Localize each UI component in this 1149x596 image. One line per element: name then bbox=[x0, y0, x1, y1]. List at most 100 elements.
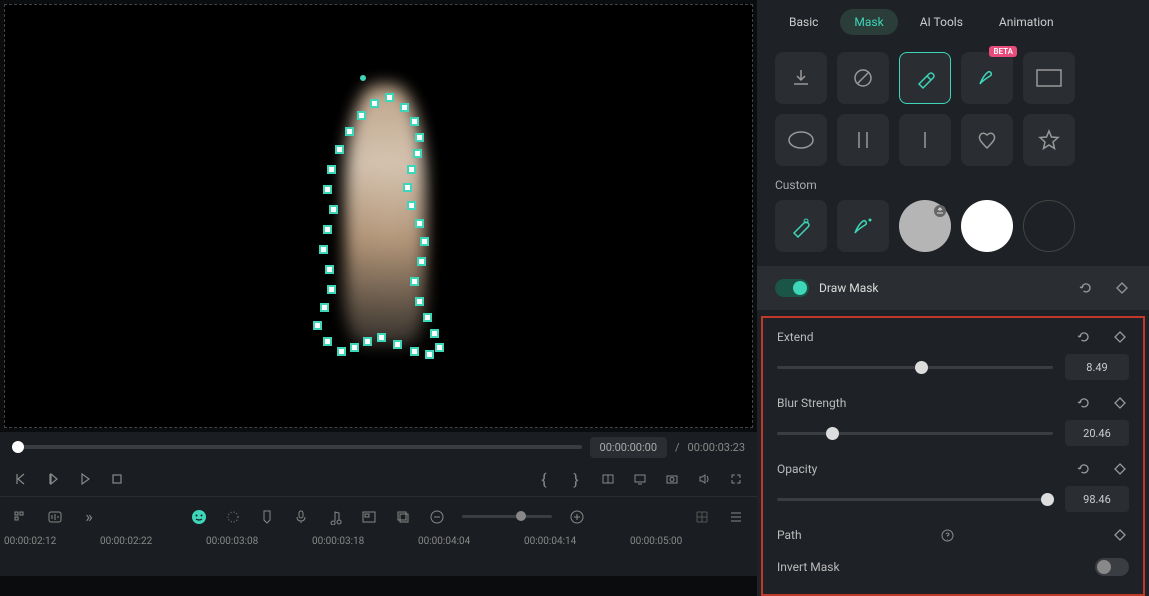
ruler-tick: 00:00:03:08 bbox=[206, 536, 258, 547]
ruler-tick: 00:00:04:04 bbox=[418, 536, 470, 547]
zoom-out-icon[interactable] bbox=[428, 508, 446, 526]
ruler-tick: 00:00:02:22 bbox=[100, 536, 152, 547]
timeline-toolbar: » bbox=[0, 496, 757, 536]
ruler-tick: 00:00:02:12 bbox=[4, 536, 56, 547]
mask-shape-grid: BETA bbox=[757, 44, 1149, 174]
path-label: Path bbox=[777, 528, 932, 542]
display-icon[interactable] bbox=[631, 470, 649, 488]
shape-single-line-button[interactable] bbox=[899, 114, 951, 166]
custom-brush-button[interactable] bbox=[837, 200, 889, 252]
shape-ellipse-button[interactable] bbox=[775, 114, 827, 166]
tab-animation[interactable]: Animation bbox=[985, 9, 1068, 35]
shape-pen-button[interactable] bbox=[899, 52, 951, 104]
timeline-ruler[interactable]: 00:00:02:12 00:00:02:22 00:00:03:08 00:0… bbox=[0, 536, 757, 576]
shape-brush-button[interactable]: BETA bbox=[961, 52, 1013, 104]
custom-pen-button[interactable] bbox=[775, 200, 827, 252]
opacity-reset-icon[interactable] bbox=[1075, 460, 1093, 478]
shape-import-button[interactable] bbox=[775, 52, 827, 104]
custom-gray-circle-button[interactable] bbox=[899, 200, 951, 252]
video-viewport[interactable] bbox=[4, 4, 753, 428]
time-separator: / bbox=[675, 441, 680, 454]
properties-panel: Basic Mask AI Tools Animation BETA Custo… bbox=[757, 0, 1149, 596]
keyframe-icon[interactable] bbox=[1113, 279, 1131, 297]
tab-mask[interactable]: Mask bbox=[840, 9, 897, 35]
invert-mask-toggle[interactable] bbox=[1095, 558, 1129, 576]
blur-slider[interactable] bbox=[777, 432, 1053, 435]
shape-star-button[interactable] bbox=[1023, 114, 1075, 166]
path-help-icon[interactable] bbox=[938, 526, 956, 544]
extend-value[interactable]: 8.49 bbox=[1065, 354, 1129, 380]
blur-keyframe-icon[interactable] bbox=[1111, 394, 1129, 412]
shape-parallel-button[interactable] bbox=[837, 114, 889, 166]
shape-heart-button[interactable] bbox=[961, 114, 1013, 166]
play-pause-button[interactable] bbox=[44, 470, 62, 488]
grid-icon[interactable] bbox=[693, 508, 711, 526]
expand-icon[interactable]: » bbox=[80, 508, 98, 526]
brace-close-icon[interactable]: } bbox=[567, 470, 585, 488]
smiley-icon[interactable] bbox=[190, 508, 208, 526]
blur-label: Blur Strength bbox=[777, 396, 1075, 410]
list-icon[interactable] bbox=[727, 508, 745, 526]
current-time: 00:00:00:00 bbox=[590, 437, 667, 458]
marker-icon[interactable] bbox=[258, 508, 276, 526]
tab-basic[interactable]: Basic bbox=[775, 9, 832, 35]
extend-label: Extend bbox=[777, 330, 1075, 344]
extend-reset-icon[interactable] bbox=[1075, 328, 1093, 346]
waveform-icon[interactable] bbox=[46, 508, 64, 526]
path-keyframe-icon[interactable] bbox=[1111, 526, 1129, 544]
brace-open-icon[interactable]: { bbox=[535, 470, 553, 488]
playback-controls: { } bbox=[0, 462, 757, 496]
music-icon[interactable] bbox=[326, 508, 344, 526]
blur-reset-icon[interactable] bbox=[1075, 394, 1093, 412]
fullscreen-icon[interactable] bbox=[727, 470, 745, 488]
opacity-value[interactable]: 98.46 bbox=[1065, 486, 1129, 512]
custom-masks-row bbox=[757, 200, 1149, 266]
play-button[interactable] bbox=[76, 470, 94, 488]
tab-ai-tools[interactable]: AI Tools bbox=[906, 9, 977, 35]
beta-badge: BETA bbox=[989, 46, 1017, 57]
invert-label: Invert Mask bbox=[777, 560, 936, 574]
sparkle-icon[interactable] bbox=[224, 508, 242, 526]
timeline-menu-icon[interactable] bbox=[12, 508, 30, 526]
layers-icon[interactable] bbox=[394, 508, 412, 526]
path-property: Path bbox=[777, 526, 1129, 544]
total-time: 00:00:03:23 bbox=[688, 441, 745, 454]
ruler-tick: 00:00:03:18 bbox=[312, 536, 364, 547]
custom-empty-circle-button[interactable] bbox=[1023, 200, 1075, 252]
reset-icon[interactable] bbox=[1077, 279, 1095, 297]
extend-slider[interactable] bbox=[777, 366, 1053, 369]
snapshot-icon[interactable] bbox=[663, 470, 681, 488]
prev-frame-button[interactable] bbox=[12, 470, 30, 488]
playhead-scrubber[interactable] bbox=[12, 445, 582, 449]
ratio-icon[interactable] bbox=[599, 470, 617, 488]
zoom-slider[interactable] bbox=[462, 515, 552, 518]
mask-properties-box: Extend 8.49 Blur Strength bbox=[761, 316, 1145, 596]
shape-rectangle-button[interactable] bbox=[1023, 52, 1075, 104]
property-tabs: Basic Mask AI Tools Animation bbox=[757, 0, 1149, 44]
extend-property: Extend 8.49 bbox=[777, 328, 1129, 380]
extend-keyframe-icon[interactable] bbox=[1111, 328, 1129, 346]
draw-mask-row: Draw Mask bbox=[757, 266, 1149, 310]
blur-value[interactable]: 20.46 bbox=[1065, 420, 1129, 446]
mic-icon[interactable] bbox=[292, 508, 310, 526]
stop-button[interactable] bbox=[108, 470, 126, 488]
opacity-slider[interactable] bbox=[777, 498, 1053, 501]
opacity-property: Opacity 98.46 bbox=[777, 460, 1129, 512]
ruler-tick: 00:00:05:00 bbox=[630, 536, 682, 547]
draw-mask-toggle[interactable] bbox=[775, 279, 809, 297]
ruler-tick: 00:00:04:14 bbox=[524, 536, 576, 547]
blur-property: Blur Strength 20.46 bbox=[777, 394, 1129, 446]
opacity-keyframe-icon[interactable] bbox=[1111, 460, 1129, 478]
volume-icon[interactable] bbox=[695, 470, 713, 488]
mask-overlay[interactable] bbox=[315, 85, 455, 365]
draw-mask-label: Draw Mask bbox=[819, 281, 1067, 295]
zoom-in-icon[interactable] bbox=[568, 508, 586, 526]
transport-bar: 00:00:00:00 / 00:00:03:23 bbox=[0, 432, 757, 462]
shape-none-button[interactable] bbox=[837, 52, 889, 104]
opacity-label: Opacity bbox=[777, 462, 1075, 476]
editor-left-panel: 00:00:00:00 / 00:00:03:23 { } » bbox=[0, 0, 757, 596]
custom-section-label: Custom bbox=[757, 174, 1149, 200]
custom-white-circle-button[interactable] bbox=[961, 200, 1013, 252]
picture-icon[interactable] bbox=[360, 508, 378, 526]
invert-mask-row: Invert Mask bbox=[777, 558, 1129, 576]
